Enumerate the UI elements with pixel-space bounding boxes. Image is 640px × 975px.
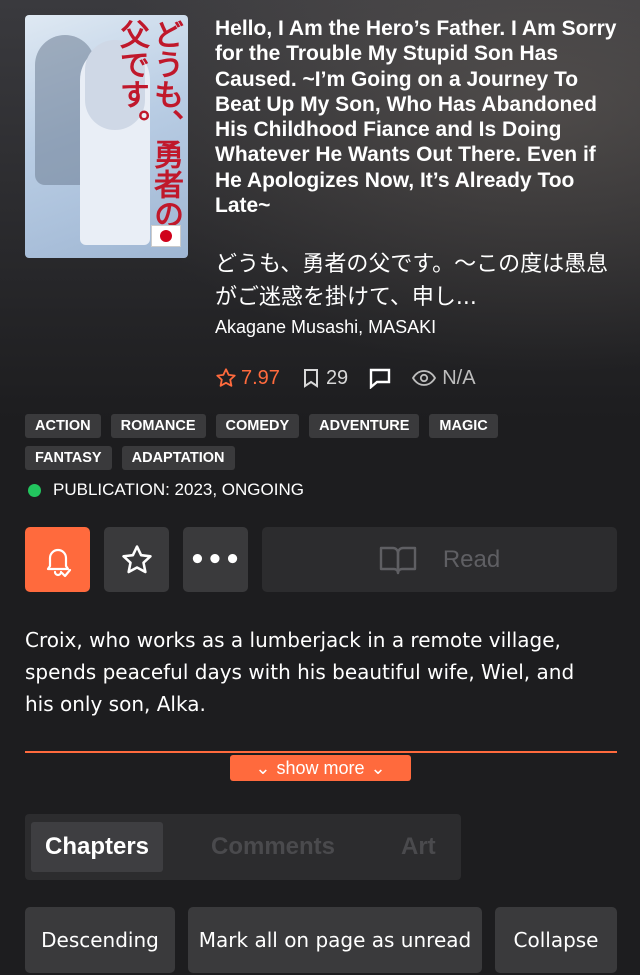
publication-text: PUBLICATION: 2023, ONGOING bbox=[53, 480, 304, 499]
content-tabs: Chapters Comments Art bbox=[25, 814, 461, 880]
status-dot-icon bbox=[28, 483, 41, 497]
more-options-button[interactable]: ••• bbox=[183, 527, 248, 592]
rating-value: 7.97 bbox=[241, 366, 280, 389]
tag-comedy[interactable]: COMEDY bbox=[215, 414, 300, 438]
bell-icon bbox=[46, 548, 71, 577]
cover-image: どうも、勇者の父です。 bbox=[25, 15, 188, 258]
views-value: N/A bbox=[442, 366, 476, 389]
follow-notify-button[interactable] bbox=[25, 527, 90, 592]
bookmark-value: 29 bbox=[325, 366, 349, 389]
tag-magic[interactable]: MAGIC bbox=[429, 414, 498, 438]
tag-romance[interactable]: ROMANCE bbox=[110, 414, 206, 438]
synopsis-divider bbox=[25, 751, 617, 753]
authors[interactable]: Akagane Musashi, MASAKI bbox=[215, 317, 436, 338]
show-more-label: show more bbox=[276, 757, 365, 778]
chevrons-down-icon: ⌄ bbox=[255, 757, 271, 778]
rating[interactable]: 7.97 bbox=[215, 367, 280, 390]
star-icon bbox=[216, 368, 236, 387]
eye-icon bbox=[412, 370, 437, 386]
synopsis: Croix, who works as a lumberjack in a re… bbox=[25, 628, 575, 716]
views: N/A bbox=[412, 366, 476, 390]
tab-art[interactable]: Art bbox=[401, 822, 436, 872]
mark-all-unread-button[interactable]: Mark all on page as unread bbox=[188, 907, 482, 973]
cover-title-text: どうも、勇者の父です。 bbox=[114, 19, 183, 229]
publication-status: PUBLICATION: 2023, ONGOING bbox=[28, 480, 304, 500]
favorite-button[interactable] bbox=[104, 527, 169, 592]
book-icon bbox=[379, 546, 417, 574]
sort-descending-button[interactable]: Descending bbox=[25, 907, 175, 973]
comment-icon[interactable] bbox=[368, 367, 392, 389]
tag-adventure[interactable]: ADVENTURE bbox=[309, 414, 420, 438]
tab-comments[interactable]: Comments bbox=[211, 822, 335, 872]
tag-fantasy[interactable]: FANTASY bbox=[25, 446, 112, 470]
genre-tags: ACTION ROMANCE COMEDY ADVENTURE MAGIC FA… bbox=[25, 414, 625, 478]
tag-row-2: FANTASY ADAPTATION bbox=[25, 446, 625, 470]
bookmark-count[interactable]: 29 bbox=[302, 367, 348, 390]
ellipsis-icon: ••• bbox=[189, 544, 242, 575]
tag-adaptation[interactable]: ADAPTATION bbox=[121, 446, 235, 470]
bookmark-icon bbox=[303, 369, 318, 388]
read-button[interactable]: Read bbox=[262, 527, 617, 592]
show-more-button[interactable]: ⌄ show more ⌄ bbox=[230, 755, 411, 781]
alt-title: どうも、勇者の父です。～この度は愚息がご迷惑を掛けて、申し... bbox=[215, 252, 609, 310]
chevrons-down-icon: ⌄ bbox=[370, 757, 386, 778]
read-label: Read bbox=[442, 545, 501, 573]
collapse-button[interactable]: Collapse bbox=[495, 907, 617, 973]
tag-action[interactable]: ACTION bbox=[25, 414, 101, 438]
star-outline-icon bbox=[121, 544, 152, 573]
tab-chapters[interactable]: Chapters bbox=[31, 822, 164, 872]
manga-title: Hello, I Am the Hero’s Father. I Am Sorr… bbox=[215, 17, 617, 218]
stats-row: 7.97 29 N/A bbox=[215, 364, 476, 392]
tag-row-1: ACTION ROMANCE COMEDY ADVENTURE MAGIC bbox=[25, 414, 625, 438]
japan-flag-icon bbox=[151, 225, 181, 247]
